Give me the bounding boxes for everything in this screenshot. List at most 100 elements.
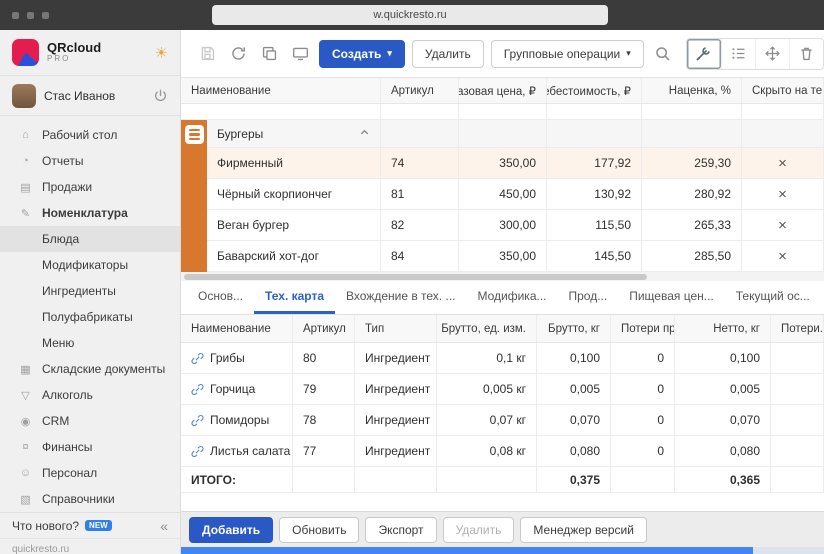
sidebar-footer-link[interactable]: quickresto.ru: [0, 538, 180, 554]
column-header-article[interactable]: Артикул: [381, 78, 459, 103]
sidebar-item-sales[interactable]: ▤ Продажи: [0, 174, 180, 200]
sidebar-item-label: Рабочий стол: [42, 128, 117, 142]
group-operations-dropdown[interactable]: Групповые операции ▾: [491, 40, 644, 68]
link-icon[interactable]: [191, 352, 204, 365]
sidebar-item-finance[interactable]: ¤ Финансы: [0, 434, 180, 460]
ingredient-article: 78: [293, 405, 355, 435]
whats-new-label: Что нового?: [12, 519, 79, 533]
tab-current-stock[interactable]: Текущий ос...: [725, 281, 821, 314]
delete-button-label: Удалить: [425, 47, 471, 61]
refresh-button[interactable]: Обновить: [279, 517, 359, 543]
app-plan-label: PRO: [47, 55, 101, 63]
column-header-brutto-unit[interactable]: Брутто, ед. изм.: [437, 315, 537, 342]
column-header-article[interactable]: Артикул: [293, 315, 355, 342]
brightness-icon[interactable]: ☀: [155, 44, 168, 62]
sidebar-item-warehouse-docs[interactable]: ▦ Складские документы: [0, 356, 180, 382]
delete-button[interactable]: Удалить: [412, 40, 484, 68]
sidebar-item-staff[interactable]: ☺ Персонал: [0, 460, 180, 486]
list-icon[interactable]: [721, 39, 755, 69]
ingredient-row[interactable]: Горчица 79 Ингредиент 0,005 кг 0,005 0 0…: [181, 374, 824, 405]
hidden-on-terminal-toggle[interactable]: ×: [778, 187, 787, 202]
column-header-name[interactable]: Наименование: [181, 78, 381, 103]
chevron-up-icon[interactable]: [359, 127, 370, 141]
hidden-on-terminal-toggle[interactable]: ×: [778, 156, 787, 171]
column-header-netto-kg[interactable]: Нетто, кг: [675, 315, 771, 342]
version-manager-button[interactable]: Менеджер версий: [520, 517, 647, 543]
tab-modifiers[interactable]: Модифика...: [466, 281, 557, 314]
sidebar-item-dishes[interactable]: Блюда: [0, 226, 180, 252]
tab-tech-inclusion[interactable]: Вхождение в тех. ...: [335, 281, 466, 314]
ingredient-netto-kg: 0,005: [675, 374, 771, 404]
dish-name: Веган бургер: [207, 210, 381, 240]
terminal-display-icon[interactable]: [288, 41, 312, 67]
horizontal-scrollbar-thumb[interactable]: [184, 274, 647, 280]
add-button[interactable]: Добавить: [189, 517, 273, 543]
tab-sales[interactable]: Прод...: [558, 281, 619, 314]
user-name: Стас Иванов: [44, 89, 115, 103]
link-icon[interactable]: [191, 383, 204, 396]
ingredient-type: Ингредиент: [355, 343, 437, 373]
column-header-markup[interactable]: Наценка, %: [642, 78, 742, 103]
delete-row-button[interactable]: Удалить: [443, 517, 515, 543]
link-icon[interactable]: [191, 414, 204, 427]
ingredient-brutto-unit: 0,005 кг: [437, 374, 537, 404]
refresh-icon[interactable]: [226, 41, 250, 67]
ingredient-name: Грибы: [210, 351, 245, 365]
warehouse-icon: ▦: [18, 363, 33, 376]
copy-icon[interactable]: [257, 41, 281, 67]
dish-row[interactable]: Веган бургер 82 300,00 115,50 265,33 ×: [207, 210, 824, 241]
ingredient-row[interactable]: Грибы 80 Ингредиент 0,1 кг 0,100 0 0,100: [181, 343, 824, 374]
window-controls[interactable]: [12, 12, 49, 19]
column-header-hidden[interactable]: Скрыто на терм...: [742, 78, 824, 103]
sidebar-item-modifiers[interactable]: Модификаторы: [0, 252, 180, 278]
dish-row[interactable]: Чёрный скорпиончег 81 450,00 130,92 280,…: [207, 179, 824, 210]
tab-main[interactable]: Основ...: [187, 281, 254, 314]
sidebar-item-menu[interactable]: Меню: [0, 330, 180, 356]
hidden-on-terminal-toggle[interactable]: ×: [778, 249, 787, 264]
tools-icon[interactable]: [687, 39, 721, 69]
category-row[interactable]: Бургеры: [207, 120, 824, 148]
column-header-cost[interactable]: Себестоимость, ₽: [547, 78, 642, 103]
sidebar-item-ingredients[interactable]: Ингредиенты: [0, 278, 180, 304]
column-header-brutto-kg[interactable]: Брутто, кг: [537, 315, 611, 342]
ingredient-row[interactable]: Листья салата 77 Ингредиент 0,08 кг 0,08…: [181, 436, 824, 467]
bottom-scrollbar-thumb[interactable]: [181, 547, 753, 554]
create-button[interactable]: Создать ▾: [319, 40, 405, 68]
ingredient-brutto-kg: 0,005: [537, 374, 611, 404]
url-bar[interactable]: w.quickresto.ru: [212, 5, 608, 25]
search-icon[interactable]: [651, 41, 675, 67]
column-header-loss2[interactable]: Потери...: [771, 315, 824, 342]
column-header-name[interactable]: Наименование: [181, 315, 293, 342]
column-header-base-price[interactable]: Базовая цена, ₽: [459, 78, 547, 103]
chevron-down-icon: ▾: [387, 48, 392, 59]
tab-tech-card[interactable]: Тех. карта: [254, 281, 335, 314]
sidebar-item-label: Продажи: [42, 180, 92, 194]
ingredient-row[interactable]: Помидоры 78 Ингредиент 0,07 кг 0,070 0 0…: [181, 405, 824, 436]
dish-row[interactable]: Фирменный 74 350,00 177,92 259,30 ×: [207, 148, 824, 179]
sidebar-item-crm[interactable]: ◉ CRM: [0, 408, 180, 434]
hidden-on-terminal-toggle[interactable]: ×: [778, 218, 787, 233]
link-icon[interactable]: [191, 445, 204, 458]
column-header-type[interactable]: Тип: [355, 315, 437, 342]
sidebar-item-nomenclature[interactable]: ✎ Номенклатура: [0, 200, 180, 226]
sidebar-item-directories[interactable]: ▧ Справочники: [0, 486, 180, 512]
sidebar-item-semifinished[interactable]: Полуфабрикаты: [0, 304, 180, 330]
whats-new-link[interactable]: Что нового? NEW «: [0, 512, 180, 538]
sidebar-item-label: Финансы: [42, 440, 92, 454]
sidebar-item-label: Складские документы: [42, 362, 165, 376]
tab-nutrition[interactable]: Пищевая цен...: [618, 281, 725, 314]
save-icon[interactable]: [195, 41, 219, 67]
sidebar-item-reports[interactable]: ◔ Отчеты: [0, 148, 180, 174]
dish-cost: 130,92: [547, 179, 642, 209]
sidebar-item-dashboard[interactable]: ⌂ Рабочий стол: [0, 122, 180, 148]
move-icon[interactable]: [755, 39, 789, 69]
dish-row[interactable]: Баварский хот-дог 84 350,00 145,50 285,5…: [207, 241, 824, 272]
logout-icon[interactable]: [153, 88, 168, 103]
trash-icon[interactable]: [789, 39, 823, 69]
export-button[interactable]: Экспорт: [365, 517, 436, 543]
dishes-table-header: Наименование Артикул Базовая цена, ₽ Себ…: [181, 78, 824, 104]
collapse-sidebar-icon[interactable]: «: [160, 518, 168, 534]
crm-icon: ◉: [18, 415, 33, 428]
sidebar-item-alcohol[interactable]: ▽ Алкоголь: [0, 382, 180, 408]
column-header-loss[interactable]: Потери при...: [611, 315, 675, 342]
